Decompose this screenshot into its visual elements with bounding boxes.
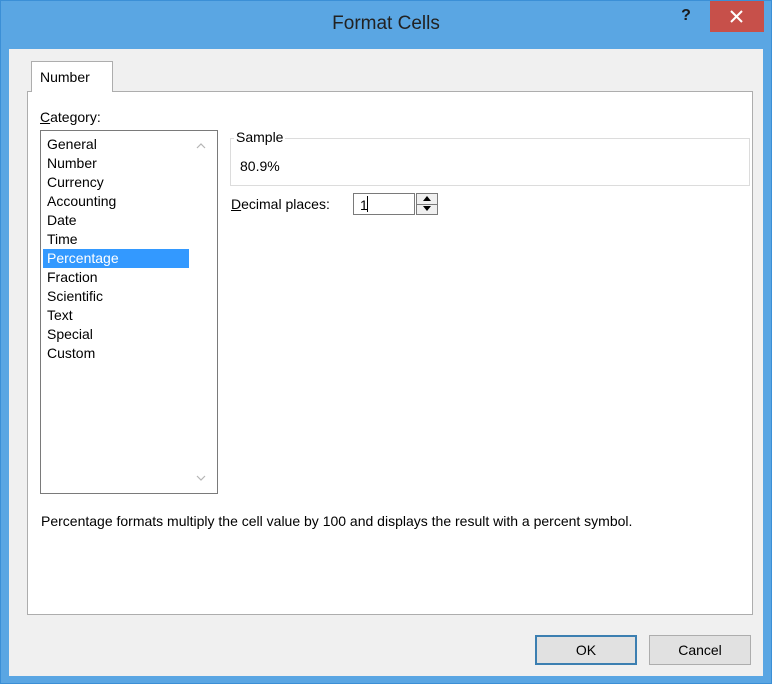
close-button[interactable] <box>710 1 764 32</box>
list-item[interactable]: Date <box>43 211 189 230</box>
text-caret <box>367 196 368 212</box>
decimal-places-spinner[interactable] <box>416 193 438 215</box>
format-cells-dialog: Format Cells ? Number Category: General … <box>0 0 772 684</box>
list-item[interactable]: Scientific <box>43 287 189 306</box>
scroll-down-button[interactable] <box>193 469 209 483</box>
title-bar[interactable]: Format Cells ? <box>1 1 771 49</box>
sample-group <box>230 138 750 186</box>
number-tab-panel: Category: General Number Currency Accoun… <box>27 91 753 615</box>
list-item[interactable]: Fraction <box>43 268 189 287</box>
category-listbox[interactable]: General Number Currency Accounting Date … <box>40 130 218 494</box>
decimal-places-input[interactable] <box>353 193 415 215</box>
triangle-down-icon <box>423 206 431 211</box>
list-item[interactable]: Custom <box>43 344 189 363</box>
format-description: Percentage formats multiply the cell val… <box>41 513 633 529</box>
list-item[interactable]: Accounting <box>43 192 189 211</box>
list-item[interactable]: Text <box>43 306 189 325</box>
list-item[interactable]: Special <box>43 325 189 344</box>
tab-number-label: Number <box>40 69 90 85</box>
cancel-button[interactable]: Cancel <box>649 635 751 665</box>
scroll-up-button[interactable] <box>193 137 209 151</box>
chevron-down-icon <box>196 475 206 481</box>
tab-number[interactable]: Number <box>31 61 113 92</box>
list-item[interactable]: Number <box>43 154 189 173</box>
list-item[interactable]: General <box>43 135 189 154</box>
dialog-body: Number Category: General Number Currency… <box>9 49 763 676</box>
spin-down-button[interactable] <box>417 204 437 214</box>
chevron-up-icon <box>196 143 206 149</box>
list-item[interactable]: Time <box>43 230 189 249</box>
sample-value: 80.9% <box>240 158 280 174</box>
dialog-title: Format Cells <box>332 13 440 34</box>
help-button[interactable]: ? <box>673 7 699 31</box>
ok-button[interactable]: OK <box>535 635 637 665</box>
category-label: Category: <box>40 109 101 125</box>
decimal-places-label: Decimal places: <box>231 196 330 212</box>
sample-legend: Sample <box>234 129 286 145</box>
triangle-up-icon <box>423 196 431 201</box>
list-item[interactable]: Currency <box>43 173 189 192</box>
list-item-selected[interactable]: Percentage <box>43 249 189 268</box>
close-icon <box>730 10 743 23</box>
